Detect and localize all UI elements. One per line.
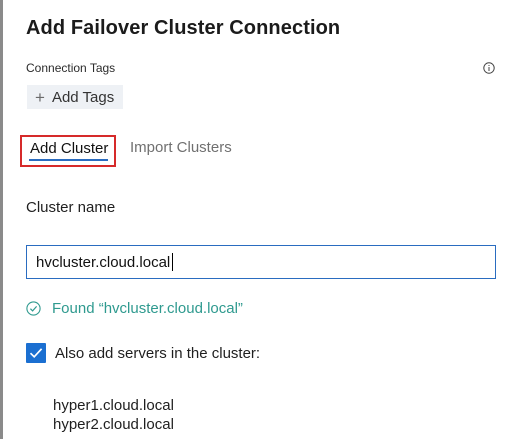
check-circle-icon (26, 301, 41, 316)
checkmark-icon (29, 348, 43, 359)
list-item: hyper1.cloud.local (53, 397, 174, 414)
add-servers-checkbox-row[interactable]: Also add servers in the cluster: (26, 343, 260, 363)
tab-add-cluster-label: Add Cluster (30, 140, 109, 157)
cluster-name-label: Cluster name (26, 199, 116, 216)
list-item: hyper2.cloud.local (53, 416, 174, 433)
add-servers-label: Also add servers in the cluster: (55, 344, 261, 362)
page-title: Add Failover Cluster Connection (26, 17, 341, 39)
add-connection-panel: Add Failover Cluster Connection Connecti… (3, 0, 520, 439)
found-status-text: Found “hvcluster.cloud.local” (52, 300, 243, 317)
info-icon[interactable] (483, 62, 495, 74)
add-tags-label: Add Tags (51, 88, 115, 106)
add-tags-button[interactable]: + Add Tags (27, 85, 124, 109)
plus-icon: + (35, 87, 45, 107)
server-list: hyper1.cloud.local hyper2.cloud.local (53, 396, 174, 434)
add-servers-checkbox[interactable] (26, 343, 46, 363)
tab-import-clusters[interactable]: Import Clusters (130, 139, 232, 156)
tab-add-cluster[interactable]: Add Cluster (20, 135, 116, 167)
connection-tags-label: Connection Tags (26, 61, 116, 75)
tab-selected-underline (29, 159, 108, 161)
found-status: Found “hvcluster.cloud.local” (26, 300, 243, 317)
cluster-name-input[interactable] (26, 245, 496, 279)
text-caret (172, 253, 173, 271)
